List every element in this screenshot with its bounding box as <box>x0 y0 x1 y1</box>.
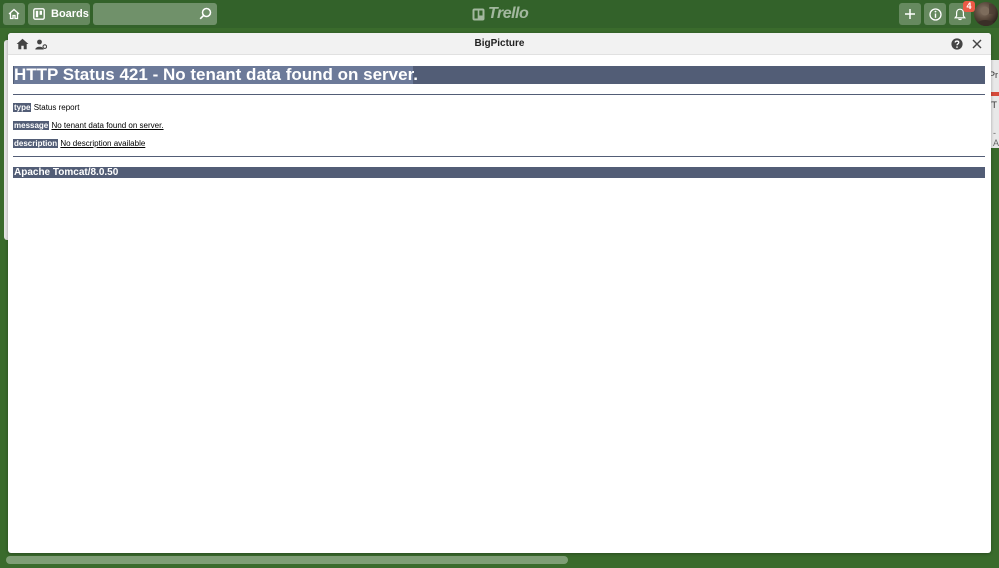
server-info: Apache Tomcat/8.0.50 <box>13 167 985 178</box>
user-settings-icon[interactable] <box>35 39 47 50</box>
error-heading: HTTP Status 421 - No tenant data found o… <box>13 66 985 84</box>
home-button[interactable] <box>3 3 25 25</box>
trello-logo[interactable]: Trello <box>472 5 529 23</box>
notification-count-badge[interactable]: 4 <box>963 1 975 12</box>
search-box[interactable] <box>93 3 217 25</box>
message-label: message <box>13 121 50 130</box>
home-icon <box>8 8 20 20</box>
close-icon[interactable] <box>972 39 982 49</box>
home-icon[interactable] <box>16 38 29 50</box>
trello-logo-icon <box>472 8 485 20</box>
description-label: description <box>13 139 59 148</box>
error-heading-text: HTTP Status 421 - No tenant data found o… <box>14 66 414 84</box>
trello-header: Boards Trello 4 <box>0 0 999 28</box>
error-heading-period: . <box>413 66 418 84</box>
type-value: Status report <box>33 103 80 112</box>
info-icon <box>928 7 942 21</box>
type-label: type <box>13 103 32 112</box>
help-icon[interactable] <box>951 38 963 50</box>
error-page-content: HTTP Status 421 - No tenant data found o… <box>13 66 985 178</box>
bigpicture-modal: BigPicture HTTP Status 421 - No tenant d… <box>8 33 991 553</box>
avatar[interactable] <box>974 2 998 26</box>
type-line: type Status report <box>13 102 985 114</box>
avatar-photo-icon <box>976 4 996 26</box>
peek-text-3: - A <box>993 128 999 148</box>
create-button[interactable] <box>899 3 921 25</box>
message-line: message No tenant data found on server. <box>13 120 985 132</box>
modal-title: BigPicture <box>474 38 525 49</box>
info-button[interactable] <box>924 3 946 25</box>
description-line: description No description available <box>13 138 985 150</box>
description-value: No description available <box>60 139 146 148</box>
plus-icon <box>905 9 915 19</box>
message-value: No tenant data found on server. <box>51 121 164 130</box>
search-input[interactable] <box>93 3 193 25</box>
boards-icon <box>33 8 45 20</box>
search-icon[interactable] <box>199 7 212 20</box>
horizontal-scrollbar[interactable] <box>6 556 568 564</box>
boards-button[interactable]: Boards <box>28 3 90 25</box>
modal-header: BigPicture <box>8 33 991 55</box>
boards-label: Boards <box>51 8 89 20</box>
trello-logo-text: Trello <box>488 5 529 22</box>
